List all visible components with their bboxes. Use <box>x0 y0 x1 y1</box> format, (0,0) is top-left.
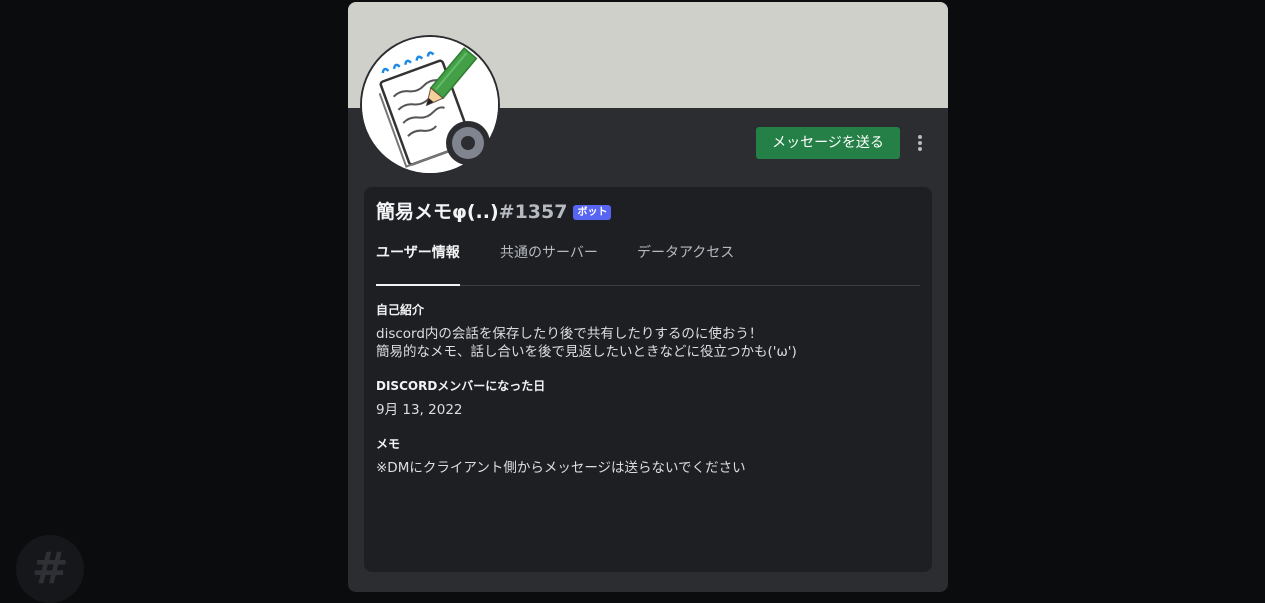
send-message-button[interactable]: メッセージを送る <box>756 127 900 159</box>
avatar-frame <box>360 35 500 175</box>
member-since-date: 9月 13, 2022 <box>376 402 463 418</box>
note-text[interactable]: ※DMにクライアント側からメッセージは送らないでください <box>376 459 746 477</box>
about-line-2: 簡易的なメモ、話し合いを後で見返したいときなどに役立つかも('ω') <box>376 344 797 360</box>
more-vertical-icon[interactable] <box>908 127 932 159</box>
about-line-1: discord内の会話を保存したり後で共有したりするのに使おう！ <box>376 326 763 342</box>
status-indicator <box>446 121 490 165</box>
tab-user-info[interactable]: ユーザー情報 <box>376 239 460 286</box>
discriminator: #1357 <box>498 201 568 223</box>
about-heading: 自己紹介 <box>376 303 425 317</box>
offline-status-icon <box>452 127 484 159</box>
user-profile-modal: メッセージを送る 簡易メモφ(..)#1357 ボット ユーザー情報 共通のサーバ… <box>348 2 948 592</box>
tab-mutual-servers[interactable]: 共通のサーバー <box>500 239 598 285</box>
bot-tag: ボット <box>573 205 612 220</box>
note-heading: メモ <box>376 437 401 451</box>
profile-info-card: 簡易メモφ(..)#1357 ボット ユーザー情報 共通のサーバー データアクセス… <box>364 187 932 572</box>
username: 簡易メモφ(..) <box>376 201 499 223</box>
name-row: 簡易メモφ(..)#1357 ボット <box>376 199 612 225</box>
member-since-heading: DISCORDメンバーになった日 <box>376 379 546 393</box>
tab-data-access[interactable]: データアクセス <box>637 239 734 285</box>
channel-hash-icon[interactable]: # <box>16 535 84 603</box>
profile-tabs: ユーザー情報 共通のサーバー データアクセス <box>376 239 920 286</box>
